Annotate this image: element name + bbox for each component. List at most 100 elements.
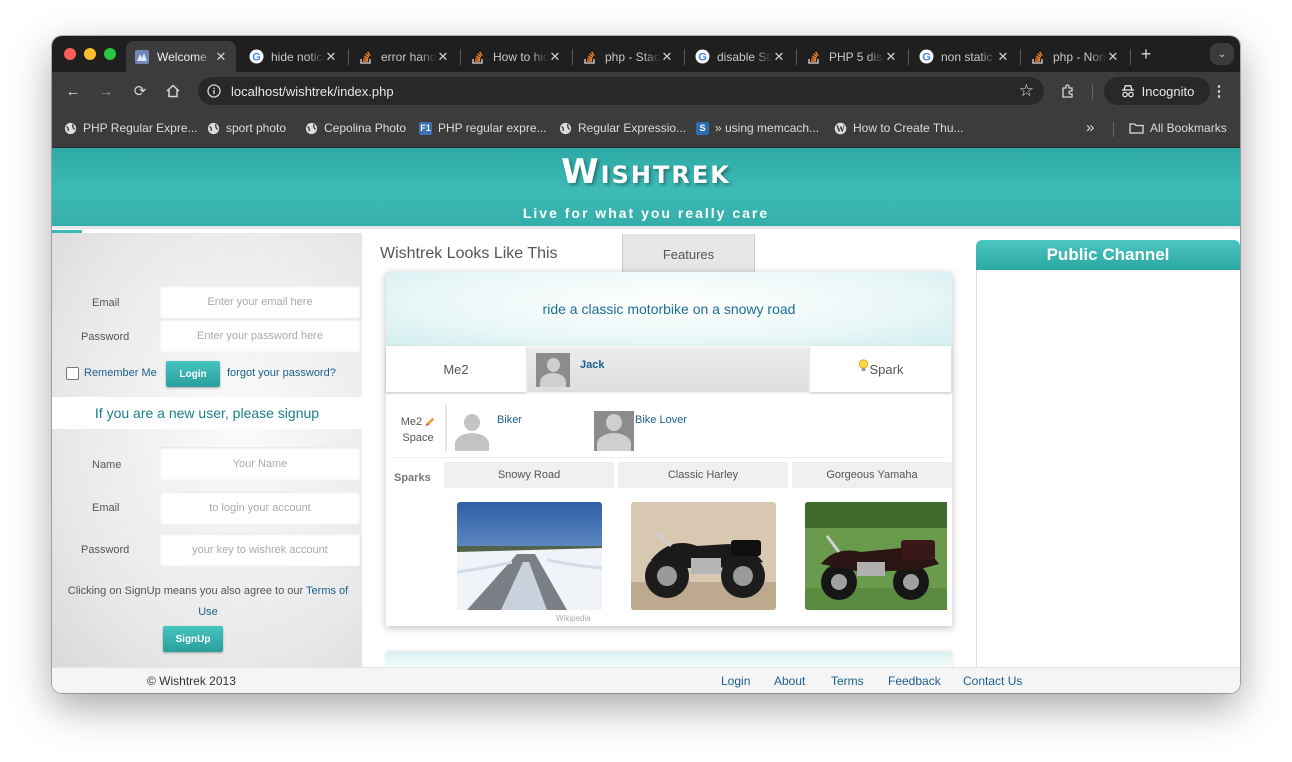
minimize-window-button[interactable] — [84, 48, 96, 60]
tab-hide-notice[interactable]: G hide notice ✕ — [240, 41, 346, 72]
close-tab-icon[interactable]: ✕ — [214, 49, 228, 65]
bookmarks-overflow-button[interactable]: » — [1086, 119, 1094, 136]
signup-name-input[interactable]: Your Name — [160, 447, 360, 480]
stackoverflow-icon — [1030, 49, 1046, 65]
footer-feedback-link[interactable]: Feedback — [888, 674, 941, 688]
gorgeous-yamaha-photo[interactable] — [805, 502, 947, 610]
tab-title: non static — [941, 49, 993, 64]
login-email-input[interactable]: Enter your email here — [160, 285, 360, 318]
tab-php5-disable[interactable]: PHP 5 disable ✕ — [798, 41, 906, 72]
me2-button[interactable]: Me2 — [386, 346, 526, 392]
terms-prefix: Clicking on SignUp means you also agree … — [67, 585, 304, 597]
bookmark-star-icon[interactable]: ☆ — [1019, 81, 1034, 101]
site-tagline: Live for what you really care — [522, 205, 770, 221]
avatar[interactable] — [594, 411, 634, 451]
google-icon: G — [248, 49, 264, 65]
close-tab-icon[interactable]: ✕ — [548, 49, 562, 65]
signup-name-label: Name — [92, 459, 122, 471]
globe-icon — [207, 122, 220, 135]
new-tab-plus-icon[interactable]: + — [1136, 44, 1156, 64]
forgot-password-link[interactable]: forgot your password? — [227, 367, 336, 379]
close-tab-icon[interactable]: ✕ — [1106, 49, 1120, 65]
extensions-puzzle-icon[interactable] — [1057, 80, 1079, 102]
tab-separator — [1020, 49, 1021, 65]
avatar[interactable] — [452, 411, 492, 451]
close-tab-icon[interactable]: ✕ — [884, 49, 898, 65]
tab-search-chevron-down-icon[interactable]: ⌄ — [1210, 43, 1234, 65]
remember-me-label[interactable]: Remember Me — [84, 367, 157, 379]
copyright-text: © Wishtrek 2013 — [147, 674, 236, 688]
overflow-label: » — [1086, 119, 1095, 136]
signup-password-input[interactable]: your key to wishrek account — [160, 533, 360, 566]
address-bar[interactable]: localhost/wishtrek/index.php ☆ — [198, 77, 1044, 105]
tab-separator — [572, 49, 573, 65]
tab-title: hide notice — [271, 49, 324, 64]
owner-name-link[interactable]: Jack — [580, 359, 604, 371]
pencil-icon — [425, 417, 435, 427]
close-tab-icon[interactable]: ✕ — [436, 49, 450, 65]
login-button[interactable]: Login — [166, 361, 220, 387]
snowy-road-photo[interactable] — [457, 502, 602, 610]
bookmark-item[interactable]: PHP Regular Expre... — [64, 121, 198, 135]
tab-welcome[interactable]: Welcome ✕ — [126, 41, 236, 72]
toolbar-divider — [1092, 84, 1093, 99]
wish-action-bar: Me2 Jack Spark — [386, 346, 952, 394]
stackoverflow-icon — [582, 49, 598, 65]
wish-text[interactable]: ride a classic motorbike on a snowy road — [386, 272, 952, 346]
close-tab-icon[interactable]: ✕ — [772, 49, 786, 65]
tab-error-handling[interactable]: error handling ✕ — [350, 41, 458, 72]
signup-email-label: Email — [92, 502, 120, 514]
signup-button[interactable]: SignUp — [163, 626, 223, 652]
avatar[interactable] — [536, 353, 570, 387]
bookmark-item[interactable]: W How to Create Thu... — [834, 121, 964, 135]
maximize-window-button[interactable] — [104, 48, 116, 60]
stackoverflow-icon — [806, 49, 822, 65]
bookmark-item[interactable]: S » using memcach... — [696, 121, 819, 135]
incognito-indicator[interactable]: Incognito — [1104, 77, 1210, 105]
spark-title[interactable]: Snowy Road — [444, 462, 614, 488]
me2-user-link[interactable]: Biker — [497, 414, 522, 426]
classic-harley-photo[interactable] — [631, 502, 776, 610]
close-window-button[interactable] — [64, 48, 76, 60]
wish-owner: Jack — [528, 348, 808, 392]
browser-toolbar: ← → ⟳ localhost/wishtrek/index.php ☆ Inc… — [52, 72, 1240, 110]
menu-kebab-icon[interactable]: ⋮ — [1208, 80, 1230, 102]
bookmark-item[interactable]: Regular Expressio... — [559, 121, 686, 135]
bookmark-item[interactable]: sport photo — [207, 121, 286, 135]
bookmark-item[interactable]: F1 PHP regular expre... — [419, 121, 547, 135]
tab-how-to-hide[interactable]: How to hide ✕ — [462, 41, 570, 72]
public-channel-feed[interactable] — [976, 270, 1240, 670]
tab-non-static[interactable]: G non static ✕ — [910, 41, 1018, 72]
close-tab-icon[interactable]: ✕ — [996, 49, 1010, 65]
footer-about-link[interactable]: About — [774, 674, 805, 688]
remember-me-checkbox[interactable] — [66, 367, 79, 380]
all-bookmarks-button[interactable]: All Bookmarks — [1129, 121, 1227, 135]
back-arrow-icon[interactable]: ← — [62, 80, 84, 102]
globe-icon — [305, 122, 318, 135]
close-tab-icon[interactable]: ✕ — [324, 49, 338, 65]
tab-php-stack[interactable]: php - Stack ✕ — [574, 41, 682, 72]
site-info-icon[interactable] — [207, 84, 221, 98]
spark-button[interactable]: Spark — [810, 346, 951, 392]
me2-user-link[interactable]: Bike Lover — [635, 414, 687, 426]
login-password-input[interactable]: Enter your password here — [160, 319, 360, 352]
signup-email-input[interactable]: to login your account — [160, 491, 360, 524]
globe-icon — [559, 122, 572, 135]
spark-title[interactable]: Classic Harley — [618, 462, 788, 488]
reload-icon[interactable]: ⟳ — [129, 80, 151, 102]
tab-php-non[interactable]: php - Non ✕ — [1022, 41, 1128, 72]
tab-features[interactable]: Features — [622, 234, 755, 274]
spark-title[interactable]: Gorgeous Yamaha — [792, 462, 952, 488]
footer-login-link[interactable]: Login — [721, 674, 750, 688]
home-icon[interactable] — [162, 80, 184, 102]
close-tab-icon[interactable]: ✕ — [660, 49, 674, 65]
footer-contact-link[interactable]: Contact Us — [963, 674, 1022, 688]
wordpress-icon: W — [834, 122, 847, 135]
f1-icon: F1 — [419, 121, 432, 135]
bookmarks-divider — [1113, 122, 1114, 137]
site-logo[interactable]: Wishtrek — [52, 152, 1240, 192]
tab-disable-strict[interactable]: G disable Strict ✕ — [686, 41, 794, 72]
bookmark-item[interactable]: Cepolina Photo — [305, 121, 406, 135]
forward-arrow-icon[interactable]: → — [95, 80, 117, 102]
footer-terms-link[interactable]: Terms — [831, 674, 864, 688]
